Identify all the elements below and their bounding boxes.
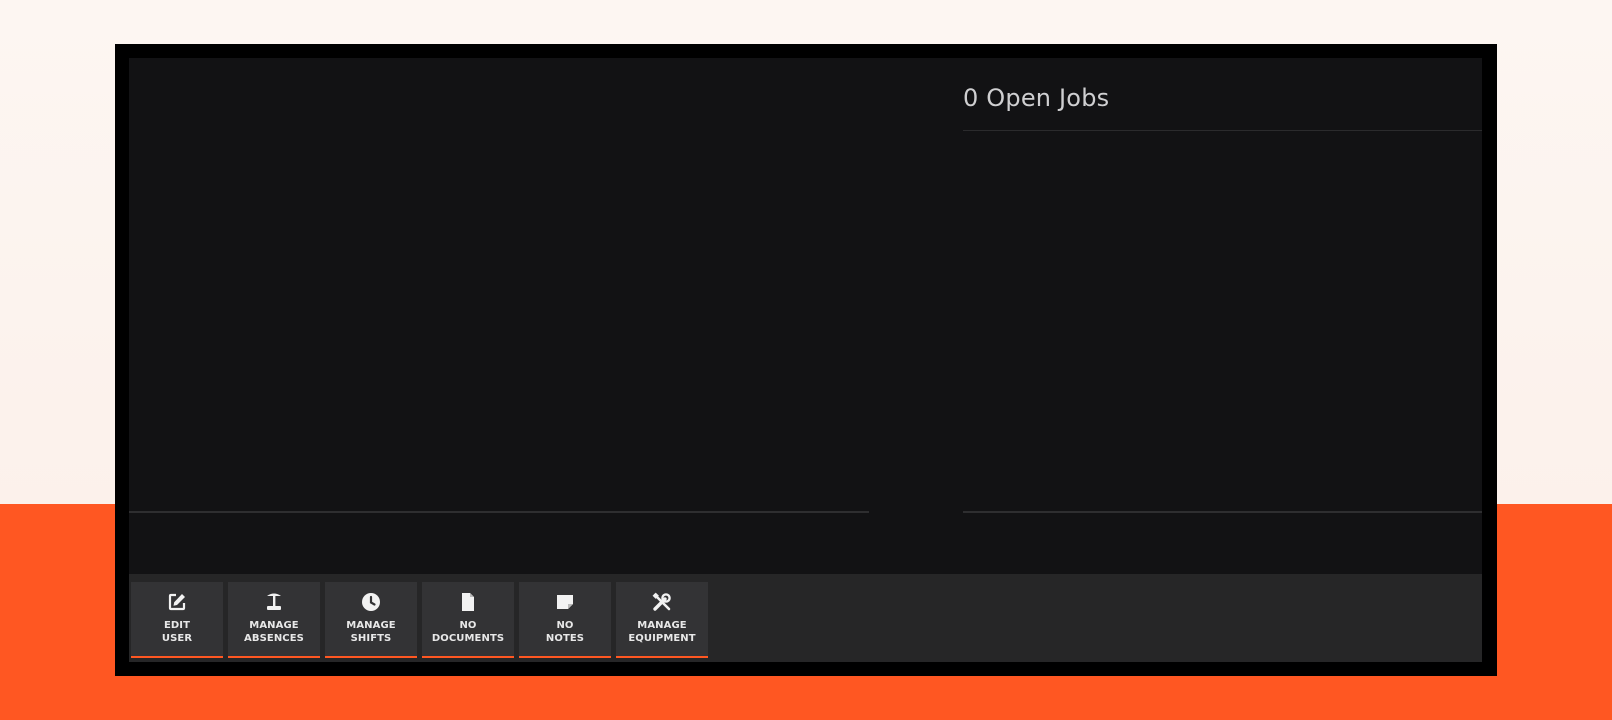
open-jobs-bottom-divider bbox=[963, 511, 1482, 513]
note-icon bbox=[554, 591, 576, 613]
open-jobs-panel: 0 Open Jobs bbox=[963, 58, 1482, 513]
action-toolbar: EDIT USER MANAGE ABSENCES MANAGE SHIFTS … bbox=[129, 574, 1482, 662]
edit-user-button[interactable]: EDIT USER bbox=[131, 582, 223, 658]
manage-shifts-label: MANAGE SHIFTS bbox=[346, 620, 396, 644]
open-jobs-title: 0 Open Jobs bbox=[963, 84, 1110, 112]
document-icon bbox=[457, 591, 479, 613]
tools-icon bbox=[651, 591, 673, 613]
open-jobs-header-divider bbox=[963, 130, 1482, 131]
clock-icon bbox=[360, 591, 382, 613]
manage-absences-button[interactable]: MANAGE ABSENCES bbox=[228, 582, 320, 658]
screen-frame: 0 Open Jobs EDIT USER MANAGE ABSENCES MA… bbox=[115, 44, 1497, 676]
left-panel-divider bbox=[129, 511, 869, 513]
notes-label: NO NOTES bbox=[545, 620, 585, 644]
edit-icon bbox=[166, 591, 188, 613]
notes-button[interactable]: NO NOTES bbox=[519, 582, 611, 658]
documents-button[interactable]: NO DOCUMENTS bbox=[422, 582, 514, 658]
manage-shifts-button[interactable]: MANAGE SHIFTS bbox=[325, 582, 417, 658]
app-screen: 0 Open Jobs EDIT USER MANAGE ABSENCES MA… bbox=[129, 58, 1482, 662]
beach-umbrella-icon bbox=[263, 591, 285, 613]
manage-equipment-button[interactable]: MANAGE EQUIPMENT bbox=[616, 582, 708, 658]
manage-absences-label: MANAGE ABSENCES bbox=[244, 620, 304, 644]
edit-user-label: EDIT USER bbox=[161, 620, 193, 644]
documents-label: NO DOCUMENTS bbox=[431, 620, 505, 644]
manage-equipment-label: MANAGE EQUIPMENT bbox=[628, 620, 696, 644]
